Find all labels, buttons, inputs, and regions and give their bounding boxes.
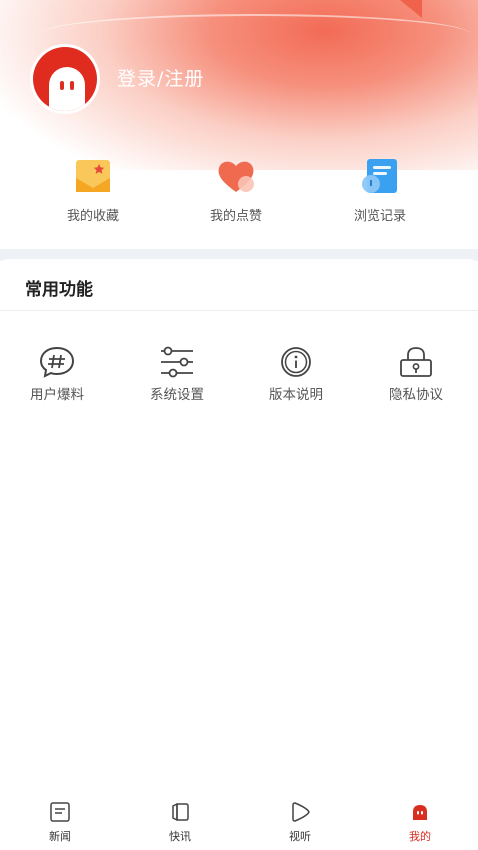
function-version-info[interactable]: 版本说明 (241, 346, 351, 403)
function-system-settings[interactable]: 系统设置 (122, 346, 232, 403)
header-decoration-triangle (400, 0, 422, 18)
hashtag-chat-icon (37, 346, 77, 378)
function-label: 系统设置 (150, 387, 204, 403)
flash-news-icon (168, 800, 192, 824)
sliders-icon (157, 346, 197, 378)
tab-label: 视听 (289, 830, 311, 843)
common-functions-header: 常用功能 (0, 259, 478, 311)
function-label: 隐私协议 (389, 387, 443, 403)
header-decoration-line (40, 14, 470, 54)
quick-action-favorites[interactable]: 我的收藏 (33, 158, 153, 224)
bottom-tab-bar: 新闻 快讯 视听 我的 (0, 790, 478, 850)
profile-icon (408, 800, 432, 824)
avatar-mascot-icon (33, 47, 97, 111)
tab-flash[interactable]: 快讯 (150, 800, 210, 844)
tab-news[interactable]: 新闻 (30, 800, 90, 844)
avatar[interactable] (30, 44, 100, 114)
section-title: 常用功能 (25, 280, 93, 300)
info-icon (276, 346, 316, 378)
favorites-icon (73, 158, 113, 196)
function-user-report[interactable]: 用户爆料 (2, 346, 112, 403)
quick-action-history[interactable]: 浏览记录 (320, 158, 440, 224)
login-register-link[interactable]: 登录/注册 (117, 64, 204, 91)
heart-icon (216, 158, 256, 196)
tab-label: 快讯 (169, 830, 191, 843)
quick-action-label: 我的点赞 (209, 209, 262, 224)
tab-audio-video[interactable]: 视听 (270, 800, 330, 844)
history-icon (360, 158, 400, 196)
lock-icon (396, 346, 436, 378)
play-icon (288, 800, 312, 824)
function-label: 版本说明 (269, 387, 323, 403)
tab-label: 我的 (409, 830, 431, 843)
function-label: 用户爆料 (30, 387, 84, 403)
quick-action-label: 浏览记录 (353, 209, 406, 224)
function-privacy-agreement[interactable]: 隐私协议 (361, 346, 471, 403)
tab-label: 新闻 (49, 830, 71, 843)
quick-action-likes[interactable]: 我的点赞 (176, 158, 296, 224)
tab-mine[interactable]: 我的 (390, 800, 450, 844)
news-icon (48, 800, 72, 824)
quick-action-label: 我的收藏 (66, 209, 119, 224)
